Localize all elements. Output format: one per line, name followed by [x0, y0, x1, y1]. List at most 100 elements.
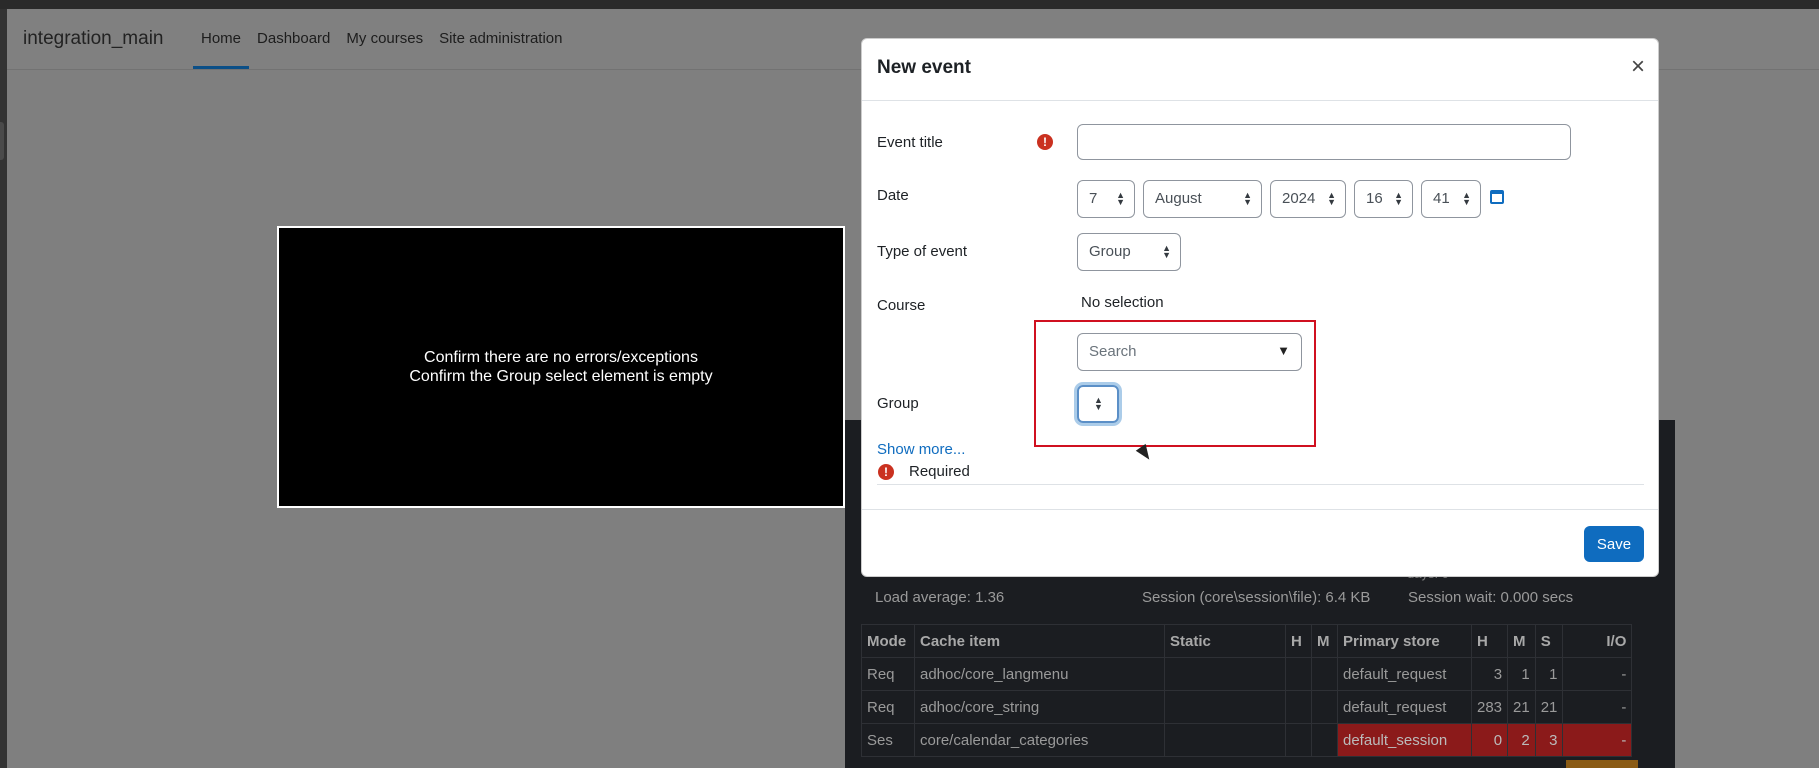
- perf-orange-marker: [1566, 760, 1638, 768]
- type-of-event-label: Type of event: [877, 243, 968, 260]
- instruction-line-2: Confirm the Group select element is empt…: [409, 368, 713, 385]
- cell-static: [1164, 690, 1286, 724]
- col-s: S: [1534, 624, 1564, 658]
- calendar-icon[interactable]: [1490, 190, 1504, 204]
- date-minute-value: 41: [1433, 190, 1450, 207]
- required-icon: !: [1037, 134, 1053, 150]
- modal-footer-divider: [862, 509, 1658, 510]
- col-primary-store: Primary store: [1337, 624, 1472, 658]
- group-select[interactable]: ▲ ▼: [1077, 385, 1119, 423]
- cell-primary-store: default_session: [1337, 723, 1472, 757]
- col-mode: Mode: [861, 624, 915, 658]
- type-of-event-value: Group: [1089, 243, 1131, 260]
- cache-table: Mode Cache item Static H M Primary store…: [861, 624, 1633, 757]
- cell-cache-item: adhoc/core_string: [914, 690, 1165, 724]
- nav-dashboard[interactable]: Dashboard: [249, 9, 338, 69]
- date-day-value: 7: [1089, 190, 1098, 207]
- table-row: Ses core/calendar_categories default_ses…: [861, 723, 1633, 757]
- table-row: Req adhoc/core_langmenu default_request …: [861, 657, 1633, 691]
- group-label: Group: [877, 395, 919, 412]
- cell-io: -: [1562, 657, 1633, 691]
- cell-m: [1311, 690, 1338, 724]
- cell-h: [1285, 723, 1312, 757]
- select-arrows-icon: ▲ ▼: [1327, 190, 1336, 207]
- modal-title: New event: [877, 57, 971, 78]
- select-arrows-icon: ▲ ▼: [1116, 190, 1125, 207]
- col-static: Static: [1164, 624, 1286, 658]
- col-h: H: [1285, 624, 1312, 658]
- nav-my-courses[interactable]: My courses: [338, 9, 431, 69]
- date-month-select[interactable]: August ▲ ▼: [1143, 180, 1262, 218]
- cell-cache-item: adhoc/core_langmenu: [914, 657, 1165, 691]
- date-label: Date: [877, 187, 909, 204]
- cell-m2: 21: [1507, 690, 1536, 724]
- site-name[interactable]: integration_main: [23, 28, 163, 50]
- session-size: Session (core\session\file): 6.4 KB: [1142, 589, 1371, 606]
- course-selection: No selection: [1081, 294, 1164, 311]
- cell-s: 3: [1534, 723, 1564, 757]
- cell-mode: Req: [861, 690, 915, 724]
- required-note: Required: [909, 463, 970, 480]
- col-m2: M: [1507, 624, 1536, 658]
- cell-static: [1164, 657, 1286, 691]
- date-day-select[interactable]: 7 ▲ ▼: [1077, 180, 1135, 218]
- dropdown-triangle-icon: ▼: [1277, 343, 1290, 358]
- course-label: Course: [877, 297, 926, 314]
- col-m: M: [1311, 624, 1338, 658]
- cell-h2: 0: [1470, 723, 1509, 757]
- form-divider: [877, 484, 1644, 485]
- table-row: Req adhoc/core_string default_request 28…: [861, 690, 1633, 724]
- cache-table-header: Mode Cache item Static H M Primary store…: [861, 624, 1633, 658]
- col-io: I/O: [1562, 624, 1633, 658]
- cell-s: 21: [1534, 690, 1564, 724]
- cell-h: [1285, 690, 1312, 724]
- nav-site-administration[interactable]: Site administration: [431, 9, 570, 69]
- nav-home[interactable]: Home: [193, 9, 250, 69]
- date-minute-select[interactable]: 41 ▲ ▼: [1421, 180, 1481, 218]
- cell-primary-store: default_request: [1337, 657, 1472, 691]
- cell-s: 1: [1534, 657, 1564, 691]
- course-search-input[interactable]: Search ▼: [1077, 333, 1302, 371]
- new-event-modal: New event × Event title ! Date 7 ▲ ▼ Augu…: [861, 38, 1659, 577]
- top-strip: [0, 0, 1819, 9]
- cell-m: [1311, 657, 1338, 691]
- select-arrows-icon: ▲ ▼: [1162, 243, 1171, 260]
- date-hour-value: 16: [1366, 190, 1383, 207]
- cell-io: -: [1562, 690, 1633, 724]
- cell-mode: Req: [861, 657, 915, 691]
- cell-primary-store: default_request: [1337, 690, 1472, 724]
- cell-io: -: [1562, 723, 1633, 757]
- select-arrows-icon: ▲ ▼: [1394, 190, 1403, 207]
- cell-m2: 2: [1507, 723, 1536, 757]
- date-month-value: August: [1155, 190, 1202, 207]
- col-h2: H: [1470, 624, 1509, 658]
- event-title-label: Event title: [877, 134, 943, 151]
- close-icon[interactable]: ×: [1631, 53, 1645, 81]
- cell-mode: Ses: [861, 723, 915, 757]
- test-instruction-overlay: Confirm there are no errors/exceptions C…: [277, 226, 845, 508]
- select-arrows-icon: ▲ ▼: [1462, 190, 1471, 207]
- cell-static: [1164, 723, 1286, 757]
- date-hour-select[interactable]: 16 ▲ ▼: [1354, 180, 1413, 218]
- course-search-placeholder: Search: [1089, 343, 1137, 360]
- event-title-input[interactable]: [1077, 124, 1571, 160]
- save-button[interactable]: Save: [1584, 526, 1644, 562]
- select-arrows-icon: ▲ ▼: [1243, 190, 1252, 207]
- primary-nav: Home Dashboard My courses Site administr…: [193, 9, 571, 69]
- drawer-toggle-tab[interactable]: [0, 122, 4, 160]
- session-wait: Session wait: 0.000 secs: [1408, 589, 1574, 606]
- show-more-link[interactable]: Show more...: [877, 441, 965, 458]
- date-year-select[interactable]: 2024 ▲ ▼: [1270, 180, 1346, 218]
- col-cache-item: Cache item: [914, 624, 1165, 658]
- cell-h: [1285, 657, 1312, 691]
- cell-m: [1311, 723, 1338, 757]
- cell-cache-item: core/calendar_categories: [914, 723, 1165, 757]
- load-average: Load average: 1.36: [875, 589, 1005, 606]
- select-arrows-icon: ▲ ▼: [1094, 395, 1103, 412]
- required-icon: !: [878, 464, 894, 480]
- cell-h2: 283: [1470, 690, 1509, 724]
- cell-h2: 3: [1470, 657, 1509, 691]
- type-of-event-select[interactable]: Group ▲ ▼: [1077, 233, 1181, 271]
- modal-header: New event ×: [862, 39, 1658, 101]
- date-year-value: 2024: [1282, 190, 1316, 207]
